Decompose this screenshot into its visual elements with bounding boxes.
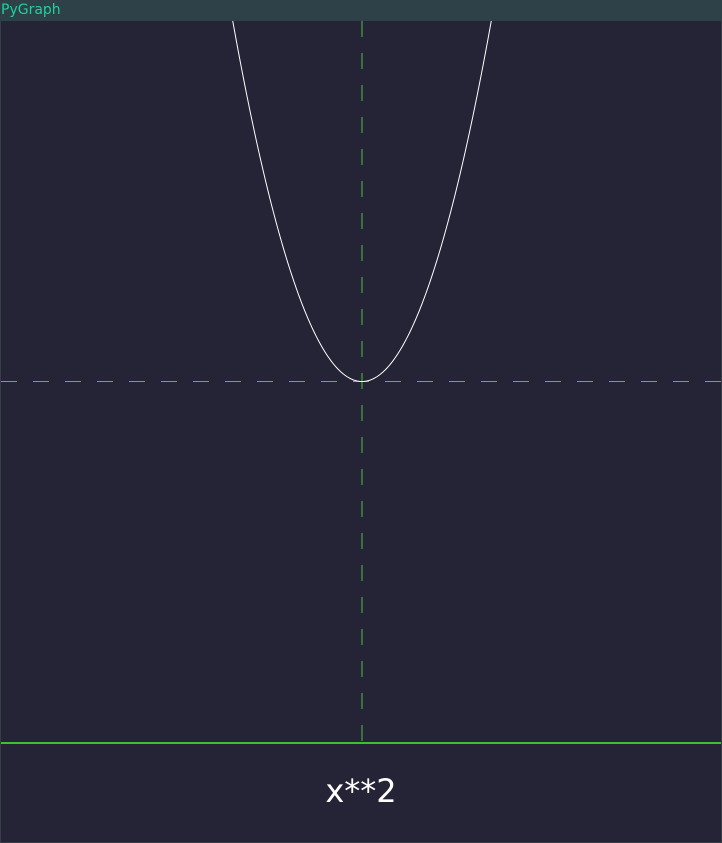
- title-bar[interactable]: PyGraph: [0, 0, 722, 21]
- parabola-curve: [232, 21, 492, 383]
- function-plot: [1, 21, 722, 742]
- graph-canvas[interactable]: [0, 21, 722, 742]
- window-title: PyGraph: [1, 2, 61, 18]
- expression-panel: x**2: [0, 742, 722, 843]
- function-expression[interactable]: x**2: [1, 773, 721, 809]
- pygraph-window: PyGraph x**2: [0, 0, 722, 843]
- panel-separator: [1, 742, 721, 744]
